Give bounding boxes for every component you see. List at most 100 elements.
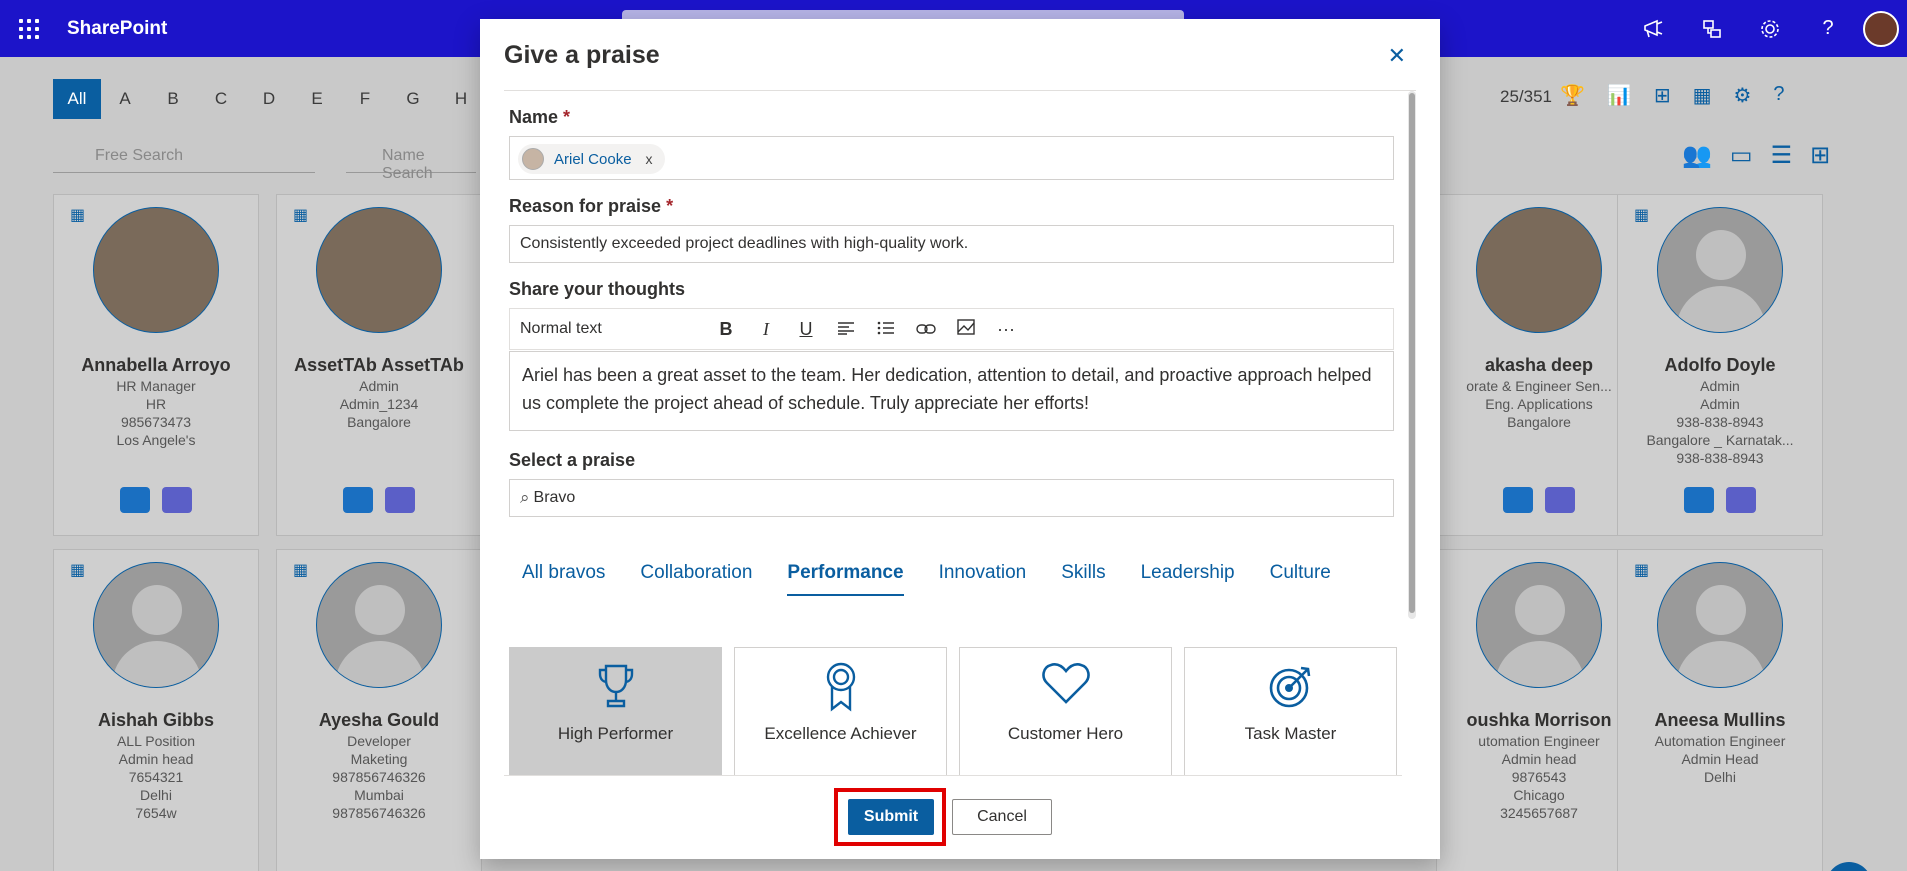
close-icon[interactable]: ✕ <box>1388 43 1406 69</box>
person-phone: 7654321 <box>128 769 184 785</box>
image-icon[interactable] <box>946 318 986 340</box>
person-card[interactable]: oushka Morrison utomation Engineer Admin… <box>1436 549 1642 871</box>
person-name[interactable]: Aneesa Mullins <box>1618 710 1822 731</box>
person-card[interactable]: ▦ AssetTAb AssetTAb Admin Admin_1234 Ban… <box>276 194 482 536</box>
qr-code-icon[interactable]: ▦ <box>70 560 85 580</box>
bold-button[interactable]: B <box>706 319 746 340</box>
grid-view-icon[interactable]: ⊞ <box>1810 141 1830 170</box>
name-search-input[interactable]: Name Search <box>346 137 476 182</box>
link-icon[interactable] <box>906 319 946 340</box>
settings-icon[interactable]: ⚙ <box>1733 83 1751 108</box>
letter-b[interactable]: B <box>149 79 197 119</box>
badge-high-performer[interactable]: High Performer <box>509 647 722 775</box>
person-photo <box>1476 562 1602 688</box>
bullet-list-icon[interactable] <box>866 319 906 340</box>
badge-task-master[interactable]: Task Master <box>1184 647 1397 775</box>
person-name[interactable]: oushka Morrison <box>1437 710 1641 731</box>
dialog-scrollbar[interactable] <box>1408 91 1416 619</box>
qr-code-icon[interactable]: ▦ <box>1634 560 1649 580</box>
gear-icon[interactable] <box>1741 18 1799 40</box>
letter-d[interactable]: D <box>245 79 293 119</box>
megaphone-icon[interactable] <box>1625 19 1683 39</box>
letter-all[interactable]: All <box>53 79 101 119</box>
qr-code-icon[interactable]: ▦ <box>293 205 308 225</box>
user-avatar[interactable] <box>1863 10 1899 47</box>
person-name[interactable]: Ayesha Gould <box>277 710 481 731</box>
submit-button[interactable]: Submit <box>848 799 934 835</box>
person-name[interactable]: Aishah Gibbs <box>54 710 258 731</box>
teams-icon[interactable] <box>385 487 415 513</box>
person-card[interactable]: akasha deep orate & Engineer Sen... Eng.… <box>1436 194 1642 536</box>
remove-person-button[interactable]: x <box>646 151 653 167</box>
trophy-icon[interactable]: 🏆 <box>1560 83 1585 108</box>
person-mobile: 7654w <box>135 805 177 821</box>
person-card[interactable]: ▦ Aneesa Mullins Automation Engineer Adm… <box>1617 549 1823 871</box>
person-name[interactable]: AssetTAb AssetTAb <box>277 355 481 376</box>
reason-input[interactable]: Consistently exceeded project deadlines … <box>509 225 1394 263</box>
badge-excellence-achiever[interactable]: Excellence Achiever <box>734 647 947 775</box>
tab-culture[interactable]: Culture <box>1270 562 1331 596</box>
heart-icon <box>960 662 1171 714</box>
reason-label: Reason for praise * <box>509 196 674 216</box>
letter-f[interactable]: F <box>341 79 389 119</box>
teams-icon[interactable] <box>1726 487 1756 513</box>
person-location: Bangalore <box>347 414 411 430</box>
tab-performance[interactable]: Performance <box>787 562 904 596</box>
letter-g[interactable]: G <box>389 79 437 119</box>
letter-a[interactable]: A <box>101 79 149 119</box>
praise-search-input[interactable]: ⌕ Bravo <box>509 479 1394 517</box>
list-view-icon[interactable]: ☰ <box>1771 141 1793 170</box>
free-search-input[interactable]: Free Search <box>53 137 315 173</box>
letter-c[interactable]: C <box>197 79 245 119</box>
person-location: Bangalore _ Karnatak... <box>1646 432 1794 448</box>
outlook-icon[interactable] <box>1684 487 1714 513</box>
person-card[interactable]: ▦ Ayesha Gould Developer Maketing 987856… <box>276 549 482 871</box>
italic-button[interactable]: I <box>746 319 786 340</box>
qr-code-icon[interactable]: ▦ <box>70 205 85 225</box>
align-icon[interactable] <box>826 319 866 340</box>
letter-h[interactable]: H <box>437 79 485 119</box>
thoughts-editor[interactable]: Ariel has been a great asset to the team… <box>509 351 1394 431</box>
text-format-select[interactable]: Normal text <box>520 320 706 338</box>
qr-code-icon[interactable]: ▦ <box>1634 205 1649 225</box>
person-name[interactable]: Adolfo Doyle <box>1618 355 1822 376</box>
underline-button[interactable]: U <box>786 319 826 340</box>
brand-title[interactable]: SharePoint <box>67 18 167 40</box>
people-view-icon[interactable]: 👥 <box>1682 141 1712 170</box>
teams-icon[interactable] <box>1545 487 1575 513</box>
qr-code-icon[interactable]: ▦ <box>293 560 308 580</box>
outlook-icon[interactable] <box>1503 487 1533 513</box>
more-options-icon[interactable]: ··· <box>986 319 1026 340</box>
person-title: Automation Engineer <box>1654 733 1786 749</box>
app-launcher-icon[interactable] <box>0 0 57 57</box>
name-people-picker[interactable]: Ariel Cooke x <box>509 136 1394 180</box>
tab-all-bravos[interactable]: All bravos <box>522 562 605 596</box>
person-card[interactable]: ▦ Adolfo Doyle Admin Admin 938-838-8943 … <box>1617 194 1823 536</box>
chart-icon[interactable]: 📊 <box>1607 83 1632 108</box>
name-label: Name * <box>509 107 571 127</box>
person-card[interactable]: ▦ Annabella Arroyo HR Manager HR 9856734… <box>53 194 259 536</box>
person-card[interactable]: ▦ Aishah Gibbs ALL Position Admin head 7… <box>53 549 259 871</box>
tab-skills[interactable]: Skills <box>1061 562 1105 596</box>
share-icon[interactable] <box>1683 19 1741 39</box>
outlook-icon[interactable] <box>120 487 150 513</box>
scroll-top-button[interactable] <box>1826 862 1872 871</box>
person-name[interactable]: Annabella Arroyo <box>54 355 258 376</box>
tab-innovation[interactable]: Innovation <box>939 562 1027 596</box>
excel-icon[interactable]: ▦ <box>1693 83 1712 108</box>
tab-collaboration[interactable]: Collaboration <box>640 562 752 596</box>
letter-e[interactable]: E <box>293 79 341 119</box>
tab-leadership[interactable]: Leadership <box>1141 562 1235 596</box>
help-icon[interactable]: ? <box>1773 83 1784 108</box>
teams-icon[interactable] <box>162 487 192 513</box>
card-view-icon[interactable]: ▭ <box>1730 141 1753 170</box>
org-chart-icon[interactable]: ⊞ <box>1654 83 1671 108</box>
cancel-button[interactable]: Cancel <box>952 799 1052 835</box>
person-chip-name[interactable]: Ariel Cooke <box>554 151 632 168</box>
footer-divider <box>504 775 1402 776</box>
outlook-icon[interactable] <box>343 487 373 513</box>
badge-customer-hero[interactable]: Customer Hero <box>959 647 1172 775</box>
person-phone: 985673473 <box>120 414 192 430</box>
person-name[interactable]: akasha deep <box>1437 355 1641 376</box>
help-icon[interactable]: ? <box>1799 17 1857 40</box>
